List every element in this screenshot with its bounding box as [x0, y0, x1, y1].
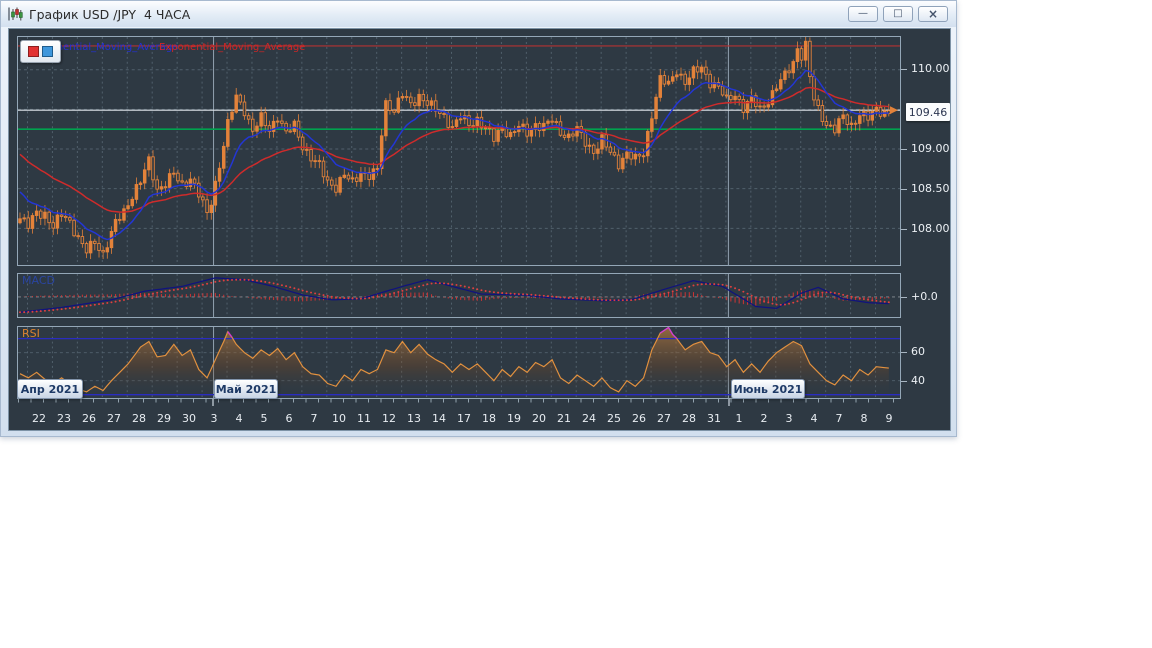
current-price-box: 109.46: [906, 103, 950, 121]
time-axis-label: 19: [507, 412, 521, 425]
scale-tick: [901, 352, 907, 353]
window-title: График USD /JPY 4 ЧАСА: [29, 6, 191, 22]
rsi-panel-label: RSI: [22, 327, 40, 340]
chart-app-icon: [7, 6, 23, 22]
scale-tick: [901, 229, 907, 230]
scale-tick: [901, 149, 907, 150]
month-label: Апр 2021: [17, 379, 83, 399]
time-axis-label: 21: [557, 412, 571, 425]
scale-tick: [901, 297, 907, 298]
time-axis-label: 4: [235, 412, 243, 425]
scale-label: 109.00: [911, 142, 950, 155]
time-axis-label: 1: [735, 412, 743, 425]
time-axis-label: 2: [760, 412, 768, 425]
time-axis-label: 4: [810, 412, 818, 425]
time-axis-label: 24: [582, 412, 596, 425]
time-axis[interactable]: 22 23 26 27 28 29 30 3 4 5 6 7 10 11 12 13 14 17 18 19 20 21 2…: [9, 412, 909, 426]
time-axis-label: 11: [357, 412, 371, 425]
time-axis-label: 9: [885, 412, 893, 425]
macd-panel-label: MACD: [22, 274, 55, 287]
scale-tick: [901, 69, 907, 70]
maximize-button[interactable]: □: [883, 6, 913, 22]
time-axis-label: 3: [785, 412, 793, 425]
price-scale[interactable]: 110.00 109.00 108.50 108.00 +0.0 60 40 109.46: [901, 29, 950, 430]
time-axis-label: 25: [607, 412, 621, 425]
scale-label: 60: [911, 345, 925, 358]
minimize-button[interactable]: —: [848, 6, 878, 22]
time-axis-label: 7: [835, 412, 843, 425]
month-label: Май 2021: [214, 379, 278, 399]
price-chart-panel[interactable]: Exponential_Moving_Average Exponential_M…: [17, 36, 901, 266]
time-axis-label: 18: [482, 412, 496, 425]
chart-client-area: Exponential_Moving_Average Exponential_M…: [8, 28, 951, 431]
time-axis-label: 27: [657, 412, 671, 425]
close-button[interactable]: ×: [918, 6, 948, 22]
time-axis-label: 13: [407, 412, 421, 425]
scale-label: +0.0: [911, 290, 938, 303]
time-axis-label: 14: [432, 412, 446, 425]
time-axis-label: 28: [132, 412, 146, 425]
time-axis-ticks: [18, 399, 894, 406]
chart-window: График USD /JPY 4 ЧАСА — □ × Exponential…: [0, 0, 957, 437]
scale-tick: [901, 381, 907, 382]
time-axis-label: 10: [332, 412, 346, 425]
indicator-legend-box[interactable]: [20, 40, 61, 63]
time-axis-label: 3: [210, 412, 218, 425]
window-controls: — □ ×: [848, 6, 948, 22]
time-axis-label: 23: [57, 412, 71, 425]
time-axis-label: 26: [632, 412, 646, 425]
time-axis-label: 17: [457, 412, 471, 425]
scale-tick: [901, 189, 907, 190]
scale-label: 108.00: [911, 222, 950, 235]
scale-label: 110.00: [911, 62, 950, 75]
time-axis-label: 30: [182, 412, 196, 425]
time-axis-label: 20: [532, 412, 546, 425]
ema-blue-swatch: [42, 46, 53, 57]
time-axis-label: 8: [860, 412, 868, 425]
time-axis-label: 27: [107, 412, 121, 425]
ema-red-swatch: [28, 46, 39, 57]
time-axis-label: 31: [707, 412, 721, 425]
month-label: Июнь 2021: [731, 379, 805, 399]
scale-label: 40: [911, 374, 925, 387]
time-axis-label: 28: [682, 412, 696, 425]
macd-panel[interactable]: MACD: [17, 273, 901, 318]
scale-label: 108.50: [911, 182, 950, 195]
time-axis-label: 7: [310, 412, 318, 425]
ema-slow-legend-label: Exponential_Moving_Average: [159, 42, 306, 53]
time-axis-label: 5: [260, 412, 268, 425]
time-axis-label: 6: [285, 412, 293, 425]
time-axis-label: 12: [382, 412, 396, 425]
time-axis-label: 26: [82, 412, 96, 425]
time-axis-label: 22: [32, 412, 46, 425]
time-axis-label: 29: [157, 412, 171, 425]
window-titlebar[interactable]: График USD /JPY 4 ЧАСА — □ ×: [1, 1, 956, 27]
